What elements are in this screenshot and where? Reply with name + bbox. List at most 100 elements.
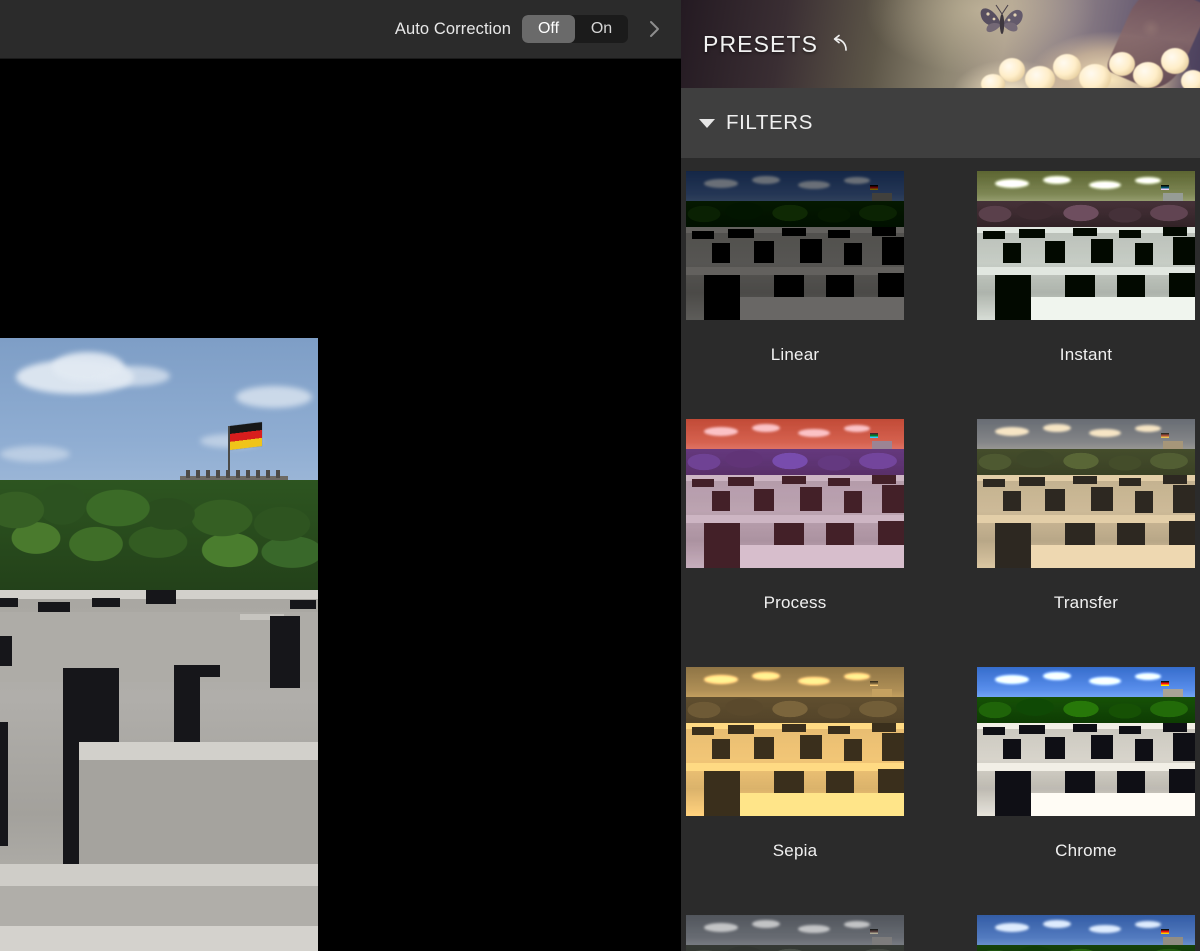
thumb-slab-dark: [882, 485, 904, 513]
thumb-slab-top: [686, 515, 904, 523]
thumb-slab-dark: [882, 237, 904, 265]
thumb-slab-dark: [704, 275, 740, 320]
auto-correction-on-option[interactable]: On: [575, 15, 628, 43]
thumb-cloud: [1089, 181, 1121, 189]
filter-preset-label: Process: [686, 593, 904, 613]
thumb-cloud: [752, 176, 780, 184]
filters-section-header[interactable]: FILTERS: [681, 88, 1200, 158]
slab-dark-face: [174, 665, 200, 747]
filter-preset-label: Transfer: [977, 593, 1195, 613]
filter-thumbnail[interactable]: [977, 171, 1195, 320]
thumb-slab-dark: [872, 723, 896, 732]
thumb-slab-dark: [800, 735, 822, 759]
triangle-down-icon[interactable]: [697, 116, 717, 130]
thumb-treeline: [686, 945, 904, 951]
thumb-flag: [1161, 929, 1169, 934]
thumb-slab-top: [977, 267, 1195, 275]
thumb-slab-dark: [1091, 239, 1113, 263]
thumb-slab-dark: [692, 231, 714, 239]
slab-dark-face: [92, 598, 120, 607]
thumb-flag: [1161, 185, 1169, 190]
cloud-shape: [96, 366, 170, 386]
thumb-slab-dark: [844, 739, 862, 761]
filter-thumbnail[interactable]: [686, 667, 904, 816]
filter-preset-process[interactable]: Process: [686, 419, 904, 613]
presets-title-group: PRESETS: [703, 0, 851, 88]
filter-thumbnail[interactable]: [977, 419, 1195, 568]
thumb-slab-dark: [995, 771, 1031, 816]
thumb-slab-dark: [1173, 485, 1195, 513]
thumb-cloud: [995, 179, 1029, 188]
thumb-slab-top: [686, 267, 904, 275]
thumb-slab-dark: [754, 241, 774, 263]
filter-preset-sepia[interactable]: Sepia: [686, 667, 904, 861]
thumb-slab-dark: [692, 479, 714, 487]
thumb-cloud: [1043, 424, 1071, 432]
thumb-slab-dark: [828, 726, 850, 734]
thumb-cloud: [1089, 429, 1121, 437]
photo-canvas[interactable]: [0, 59, 681, 951]
slab-dark-face: [270, 616, 300, 688]
cloud-shape: [236, 386, 312, 408]
slab-dark-face: [146, 590, 176, 604]
thumb-slab-dark: [1091, 487, 1113, 511]
thumb-cloud: [995, 675, 1029, 684]
thumb-slab-top: [977, 515, 1195, 523]
thumb-slab-dark: [1045, 737, 1065, 759]
thumb-slab-dark: [712, 739, 730, 759]
thumb-slab-dark: [872, 475, 896, 484]
filter-preset-linear[interactable]: Linear: [686, 171, 904, 365]
thumb-slab-dark: [692, 727, 714, 735]
thumb-cloud: [995, 923, 1029, 932]
filter-thumbnail[interactable]: [977, 915, 1195, 951]
thumb-cloud: [704, 675, 738, 684]
thumb-cloud: [1043, 176, 1071, 184]
reichstag-roof-statues: [186, 470, 282, 478]
thumb-slab-dark: [1119, 230, 1141, 238]
thumb-cloud: [704, 923, 738, 932]
thumb-cloud: [798, 677, 830, 685]
filter-thumbnail[interactable]: [686, 915, 904, 951]
thumb-slab-top: [1031, 545, 1195, 568]
slab-dark-face: [290, 600, 316, 609]
blossom-shape: [1025, 66, 1055, 88]
filter-thumbnail[interactable]: [686, 419, 904, 568]
auto-correction-off-option[interactable]: Off: [522, 15, 575, 43]
thumb-cloud: [1043, 672, 1071, 680]
butterfly-icon: [974, 2, 1030, 42]
thumb-slab-dark: [995, 275, 1031, 320]
thumb-slab-dark: [1163, 475, 1187, 484]
thumb-treeline: [977, 945, 1195, 951]
thumb-cloud: [798, 429, 830, 437]
thumb-slab-dark: [1135, 243, 1153, 265]
presets-header[interactable]: PRESETS: [681, 0, 1200, 88]
thumb-slab-dark: [1019, 725, 1045, 734]
thumb-slab-top: [740, 545, 904, 568]
filter-preset-item-7[interactable]: [977, 915, 1195, 951]
auto-correction-toggle[interactable]: Off On: [522, 15, 628, 43]
filter-thumbnail[interactable]: [977, 667, 1195, 816]
filter-preset-transfer[interactable]: Transfer: [977, 419, 1195, 613]
thumb-slab-dark: [754, 489, 774, 511]
filter-preset-instant[interactable]: Instant: [977, 171, 1195, 365]
thumb-slab-dark: [844, 243, 862, 265]
filter-preset-item-6[interactable]: [686, 915, 904, 951]
thumb-cloud: [844, 425, 870, 432]
reset-arrow-icon[interactable]: [829, 33, 851, 55]
thumb-slab-dark: [754, 737, 774, 759]
slab-dark-face: [0, 636, 12, 666]
filter-preset-chrome[interactable]: Chrome: [977, 667, 1195, 861]
thumb-slab-dark: [1019, 229, 1045, 238]
filter-thumbnail[interactable]: [686, 171, 904, 320]
thumb-flag: [870, 433, 878, 438]
thumb-cloud: [844, 921, 870, 928]
auto-correction-label: Auto Correction: [395, 20, 511, 39]
treeline-shape: [0, 480, 318, 602]
thumb-slab-dark: [828, 230, 850, 238]
editor-toolbar: Auto Correction Off On: [0, 0, 681, 59]
thumb-flag: [1161, 433, 1169, 438]
thumb-slab-dark: [712, 243, 730, 263]
thumb-cloud: [844, 177, 870, 184]
chevron-right-icon[interactable]: [628, 0, 681, 59]
main-photo-preview[interactable]: [0, 338, 318, 951]
